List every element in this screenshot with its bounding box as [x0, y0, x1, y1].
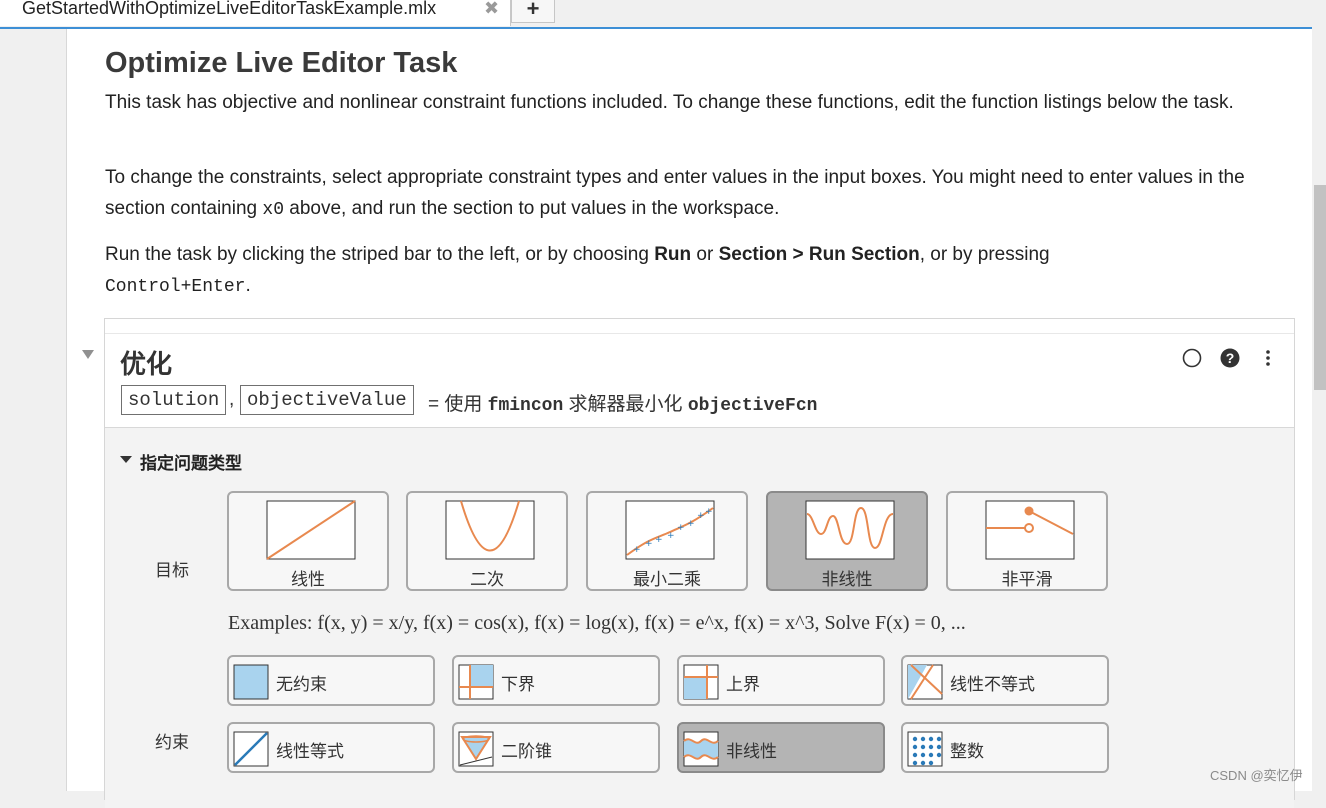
constraint-unconstrained-button[interactable]: 无约束: [227, 655, 435, 706]
editor-gutter: [0, 29, 66, 791]
x0-code: x0: [262, 200, 284, 220]
shortcut-code: Control+Enter: [105, 277, 246, 297]
objective-nonsmooth-label: 非平滑: [1001, 570, 1053, 589]
svg-text:+: +: [697, 511, 705, 521]
svg-text:+: +: [667, 531, 675, 541]
scrollbar-thumb[interactable]: [1314, 185, 1326, 390]
circle-outline-icon[interactable]: [1182, 348, 1202, 368]
section-collapse-icon[interactable]: [120, 456, 132, 463]
vertical-scrollbar[interactable]: [1312, 29, 1326, 791]
constraint-linear-equality-label: 线性等式: [276, 742, 344, 761]
objective-nonlinear-label: 非线性: [821, 570, 873, 589]
output-comma: ,: [229, 389, 235, 410]
constraint-second-order-cone-label: 二阶锥: [501, 742, 552, 761]
solver-name: fmincon: [487, 396, 564, 416]
least-squares-plot-icon: ++ + ++ ++ +: [625, 500, 715, 560]
objective-least-squares-label: 最小二乘: [633, 570, 701, 589]
close-tab-icon[interactable]: ✖: [484, 0, 499, 19]
solution-output-field[interactable]: solution: [121, 385, 227, 415]
objective-linear-button[interactable]: 线性: [227, 491, 389, 591]
task-summary: = 使用 fmincon 求解器最小化 objectiveFcn: [428, 394, 818, 416]
run-keyword: Run: [654, 244, 692, 265]
task-title: 优化: [120, 349, 173, 379]
svg-text:+: +: [633, 545, 641, 555]
nonlinear-constraint-icon: [683, 731, 719, 767]
problem-type-section-title[interactable]: 指定问题类型: [140, 449, 242, 474]
constraints-paragraph: To change the constraints, select approp…: [105, 167, 1245, 220]
nonsmooth-plot-icon: [985, 500, 1075, 560]
svg-text:+: +: [677, 523, 685, 533]
upper-bounds-icon: [683, 664, 719, 700]
objective-least-squares-button[interactable]: + + + + + + + + 最小二乘: [586, 491, 748, 591]
constraint-linear-inequality-label: 线性不等式: [950, 675, 1035, 694]
linear-equality-icon: [233, 731, 269, 767]
constraint-integer-label: 整数: [950, 742, 984, 761]
collapse-task-icon[interactable]: [82, 350, 94, 359]
constraint-nonlinear-label: 非线性: [726, 742, 777, 761]
constraint-unconstrained-label: 无约束: [276, 675, 327, 694]
quadratic-plot-icon: [445, 500, 535, 560]
run-paragraph: Run the task by clicking the striped bar…: [105, 244, 1050, 297]
help-icon[interactable]: ?: [1220, 348, 1240, 368]
linear-inequality-icon: [907, 664, 943, 700]
svg-text:+: +: [687, 519, 695, 529]
constraint-second-order-cone-button[interactable]: 二阶锥: [452, 722, 660, 773]
second-order-cone-icon: [458, 731, 494, 767]
constraint-linear-equality-button[interactable]: 线性等式: [227, 722, 435, 773]
page-title: Optimize Live Editor Task: [105, 47, 458, 79]
examples-text: Examples: f(x, y) = x/y, f(x) = cos(x), …: [228, 612, 966, 634]
constraint-nonlinear-button[interactable]: 非线性: [677, 722, 885, 773]
more-options-icon[interactable]: [1258, 348, 1278, 368]
run-section-keyword: Section > Run Section: [718, 244, 920, 265]
objective-nonsmooth-button[interactable]: 非平滑: [946, 491, 1108, 591]
tab-title: GetStartedWithOptimizeLiveEditorTaskExam…: [22, 0, 437, 18]
svg-text:+: +: [645, 539, 653, 549]
constraint-lower-bounds-label: 下界: [501, 675, 535, 694]
constraint-upper-bounds-label: 上界: [726, 675, 760, 694]
svg-text:+: +: [705, 507, 713, 517]
constraint-upper-bounds-button[interactable]: 上界: [677, 655, 885, 706]
file-tab[interactable]: GetStartedWithOptimizeLiveEditorTaskExam…: [0, 0, 511, 26]
add-tab-button[interactable]: +: [511, 0, 555, 23]
objective-nonlinear-button[interactable]: 非线性: [766, 491, 928, 591]
constraint-linear-inequality-button[interactable]: 线性不等式: [901, 655, 1109, 706]
svg-text:?: ?: [1226, 350, 1235, 366]
objective-quadratic-button[interactable]: 二次: [406, 491, 568, 591]
svg-text:+: +: [655, 535, 663, 545]
unconstrained-icon: [233, 664, 269, 700]
constraint-integer-button[interactable]: 整数: [901, 722, 1109, 773]
linear-plot-icon: [266, 500, 356, 560]
intro-paragraph: This task has objective and nonlinear co…: [105, 92, 1234, 113]
objective-linear-label: 线性: [291, 570, 325, 589]
tab-bar: GetStartedWithOptimizeLiveEditorTaskExam…: [0, 0, 1326, 28]
lower-bounds-icon: [458, 664, 494, 700]
constraint-lower-bounds-button[interactable]: 下界: [452, 655, 660, 706]
integer-constraint-icon: [907, 731, 943, 767]
objective-quadratic-label: 二次: [470, 570, 504, 589]
constraint-row-label: 约束: [155, 733, 189, 752]
objective-function-name: objectiveFcn: [687, 396, 818, 416]
watermark: CSDN @奕忆伊: [1210, 768, 1303, 783]
nonlinear-plot-icon: [805, 500, 895, 560]
objective-row-label: 目标: [155, 561, 189, 580]
objective-value-output-field[interactable]: objectiveValue: [240, 385, 414, 415]
